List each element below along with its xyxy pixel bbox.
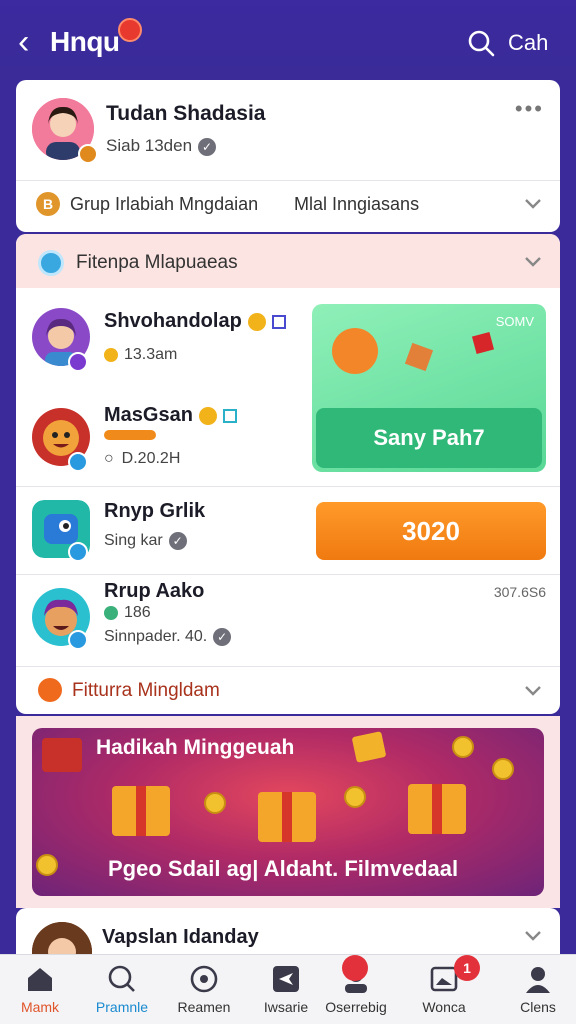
- status-icon: [68, 542, 88, 562]
- features-title: Fitenpa Mlapuaeas: [76, 252, 238, 273]
- home-icon: [28, 968, 52, 991]
- search-label[interactable]: Cah: [508, 30, 548, 56]
- nav-label: Pramnle: [95, 999, 149, 1015]
- mascot-icon: [332, 328, 378, 374]
- emoji-icon: [198, 406, 217, 425]
- nav-label: Clens: [520, 999, 556, 1015]
- gift-icon: [404, 342, 434, 372]
- profile-name: Vapslan Idanday: [102, 926, 259, 948]
- info-icon: [38, 250, 64, 276]
- search-icon: [108, 965, 135, 992]
- coin-icon: [104, 347, 118, 362]
- nav-label: Oserrebig: [325, 999, 387, 1015]
- notification-badge-icon: [118, 18, 142, 42]
- nav-item-profile[interactable]: Clens: [502, 955, 574, 1024]
- weekly-gift-banner[interactable]: Hadikah Minggeuah Pgeo Sdail ag| Aldaht.…: [32, 728, 544, 896]
- features-footer[interactable]: Fitturra Mingldam: [16, 666, 560, 714]
- item-name: Shvohandolap: [104, 310, 286, 333]
- profile-status-icon: [78, 144, 98, 164]
- item-meta: 186: [104, 604, 151, 622]
- nav-label: Iwsarie: [263, 999, 309, 1015]
- banner-section: Hadikah Minggeuah Pgeo Sdail ag| Aldaht.…: [16, 716, 560, 908]
- item-subtitle: 13.3am: [104, 346, 177, 364]
- features-footer-label: Fitturra Mingldam: [72, 680, 220, 701]
- verified-icon: ✓: [198, 137, 217, 156]
- gift-icon: [258, 792, 316, 842]
- nav-label: Reamen: [177, 999, 231, 1015]
- nav-item-home[interactable]: Mamk: [4, 955, 76, 1024]
- coin-icon: [36, 854, 58, 876]
- search-icon[interactable]: [466, 28, 496, 58]
- nav-item-service[interactable]: Iwsarie: [250, 955, 322, 1024]
- treasure-icon: [42, 738, 82, 772]
- profile-card: Tudan Shadasia Siab 13den ✓ ••• B Grup Ir…: [16, 80, 560, 232]
- time-label: 307.6S6: [493, 584, 546, 600]
- group-label-secondary: Mlal Inngiasans: [294, 194, 420, 214]
- profile-name: Tudan Shadasia: [106, 102, 266, 125]
- gift-icon: [471, 331, 495, 355]
- bottom-nav: Mamk Pramnle Reamen Iwsarie Oserrebig 1 …: [0, 954, 576, 1024]
- promo-card[interactable]: SOMV Sany Pah7: [312, 304, 546, 472]
- coin-icon: [492, 758, 514, 780]
- status-icon: [68, 630, 88, 650]
- fire-icon: [38, 678, 62, 702]
- app-title: Hnqu: [50, 26, 120, 57]
- item-name: MasGsan: [104, 404, 237, 427]
- coin-icon: B: [36, 192, 60, 216]
- coin-icon: [204, 792, 226, 814]
- item-name: Rrup Aako: [104, 580, 205, 602]
- clock-icon: [190, 965, 218, 993]
- divider: [16, 486, 560, 487]
- status-icon: [68, 352, 88, 372]
- claim-button[interactable]: 3020: [316, 502, 546, 560]
- nav-item-search[interactable]: Pramnle: [86, 955, 158, 1024]
- banner-title: Hadikah Minggeuah: [96, 736, 295, 759]
- gift-icon: [112, 786, 170, 836]
- coin-icon: [452, 736, 474, 758]
- profile-subtitle: Siab 13den ✓: [106, 136, 217, 156]
- coin-icon: [344, 786, 366, 808]
- profile-icon: [526, 967, 550, 993]
- item-name: Rnyp Grlik: [104, 500, 206, 522]
- nav-label: Mamk: [20, 999, 60, 1015]
- chevron-down-icon[interactable]: [522, 192, 544, 214]
- verified-icon: ✓: [213, 628, 232, 646]
- tag-icon: [271, 314, 286, 329]
- more-options-icon[interactable]: •••: [515, 96, 544, 122]
- item-subtitle: ○ D.20.2H: [104, 450, 181, 467]
- chevron-down-icon[interactable]: [522, 250, 544, 272]
- divider: [16, 574, 560, 575]
- group-row[interactable]: B Grup Irlabiah Mngdaian Mlal Inngiasans: [16, 180, 560, 230]
- chevron-down-icon[interactable]: [522, 679, 544, 701]
- tag-icon: [222, 408, 237, 423]
- notification-badge: 1: [454, 955, 480, 981]
- group-label: Grup Irlabiah Mngdaian: [70, 194, 259, 214]
- chevron-down-icon[interactable]: [522, 924, 544, 946]
- level-bar: [104, 430, 156, 440]
- item-subtitle: Sing kar ✓: [104, 532, 187, 550]
- plane-icon: [273, 966, 299, 992]
- nav-label: Wonca: [422, 999, 466, 1015]
- verified-icon: ✓: [168, 532, 187, 550]
- item-subtitle: Sinnpader. 40. ✓: [104, 628, 232, 646]
- features-card: Fitenpa Mlapuaeas Shvohandolap 13.3am Ma…: [16, 234, 560, 714]
- promo-count: SOMV: [495, 314, 534, 329]
- nav-item-messages[interactable]: 1 Wonca: [408, 955, 480, 1024]
- nav-item-overview[interactable]: Oserrebig: [320, 955, 392, 1024]
- features-header[interactable]: Fitenpa Mlapuaeas: [16, 234, 560, 288]
- gift-icon: [351, 731, 387, 763]
- list-item[interactable]: Rrup Aako 186 Sinnpader. 40. ✓: [16, 578, 560, 664]
- nav-item-rooms[interactable]: Reamen: [168, 955, 240, 1024]
- promo-button[interactable]: Sany Pah7: [316, 408, 542, 468]
- coin-icon: [104, 605, 118, 620]
- banner-text: Pgeo Sdail ag| Aldaht. Filmvedaal: [108, 856, 459, 881]
- status-icon: [68, 452, 88, 472]
- emoji-icon: [247, 312, 266, 331]
- back-icon[interactable]: ‹: [18, 24, 48, 60]
- app-header: ‹ Hnqu Cah: [0, 0, 576, 80]
- notification-badge: [342, 955, 368, 981]
- gift-icon: [408, 784, 466, 834]
